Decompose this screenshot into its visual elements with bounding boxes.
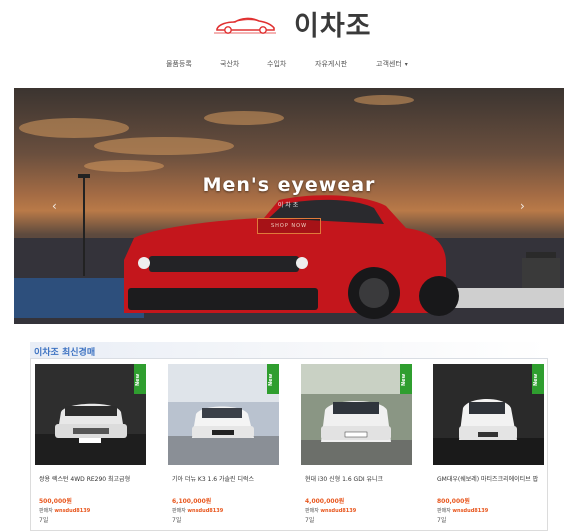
nav-item-support-label: 고객센터 (376, 60, 402, 68)
new-badge: New (267, 364, 279, 394)
car-icon[interactable] (213, 12, 277, 36)
listing-price: 500,000원 (39, 498, 72, 505)
listing-seller: 판매자 wnsdud8139 (39, 508, 91, 514)
listing-time: 7일 (172, 517, 182, 524)
listing-image[interactable]: New (35, 364, 146, 465)
hatchback-image (301, 364, 412, 465)
nav-item-register[interactable]: 물품등록 (166, 59, 192, 69)
latest-auctions-header: 이차조 최신경매 (30, 342, 548, 359)
minicar-image (433, 364, 544, 465)
listing-image[interactable]: New (433, 364, 544, 465)
hero-title: Men's eyewear (202, 174, 376, 196)
listing-time: 7일 (437, 517, 447, 524)
listing-card[interactable]: New 기아 더뉴 K3 1.6 가솔린 디럭스 6,100,000원 판매자 … (168, 364, 279, 531)
listing-name[interactable]: 기아 더뉴 K3 1.6 가솔린 디럭스 (172, 475, 282, 484)
new-badge: New (532, 364, 544, 394)
listing-name[interactable]: 쌍용 렉스턴 4WD RE290 최고급형 (39, 475, 149, 484)
hatchback-image (168, 364, 279, 465)
listing-time: 7일 (39, 517, 49, 524)
hero-subtitle: 이차조 (277, 202, 301, 209)
hero-carousel[interactable]: ‹ › Men's eyewear 이차조 SHOP NOW (14, 88, 564, 324)
listing-name[interactable]: GM대우(쉐보레) 마티즈크리에이티브 팝 (437, 475, 547, 484)
suv-image (35, 364, 146, 465)
new-badge: New (400, 364, 412, 394)
listing-card[interactable]: New 쌍용 렉스턴 4WD RE290 최고급형 500,000원 판매자 w… (35, 364, 146, 531)
shop-now-button[interactable]: SHOP NOW (257, 218, 321, 234)
new-badge: New (134, 364, 146, 394)
listing-image[interactable]: New (301, 364, 412, 465)
listing-time: 7일 (305, 517, 315, 524)
listing-price: 800,000원 (437, 498, 470, 505)
listing-seller: 판매자 wnsdud8139 (437, 508, 489, 514)
site-header: 이차조 (0, 0, 583, 50)
nav-item-imported[interactable]: 수입차 (267, 59, 286, 69)
nav-item-support[interactable]: 고객센터 ▾ (376, 59, 408, 69)
nav-item-board[interactable]: 자유게시판 (315, 59, 347, 69)
listing-card[interactable]: New 현대 i30 신형 1.6 GDI 유니크 4,000,000원 판매자… (301, 364, 412, 531)
main-nav: 물품등록 국산차 수입차 자유게시판 고객센터 ▾ (0, 50, 583, 78)
listing-seller: 판매자 wnsdud8139 (172, 508, 224, 514)
site-logo-text[interactable]: 이차조 (294, 4, 372, 43)
listing-price: 6,100,000원 (172, 498, 212, 505)
nav-item-domestic[interactable]: 국산차 (220, 59, 239, 69)
listing-image[interactable]: New (168, 364, 279, 465)
listing-seller: 판매자 wnsdud8139 (305, 508, 357, 514)
caret-down-icon: ▾ (404, 61, 408, 68)
listing-name[interactable]: 현대 i30 신형 1.6 GDI 유니크 (305, 475, 415, 484)
listing-card[interactable]: New GM대우(쉐보레) 마티즈크리에이티브 팝 800,000원 판매자 w… (433, 364, 544, 531)
section-title: 이차조 최신경매 (34, 348, 96, 358)
listing-price: 4,000,000원 (305, 498, 345, 505)
